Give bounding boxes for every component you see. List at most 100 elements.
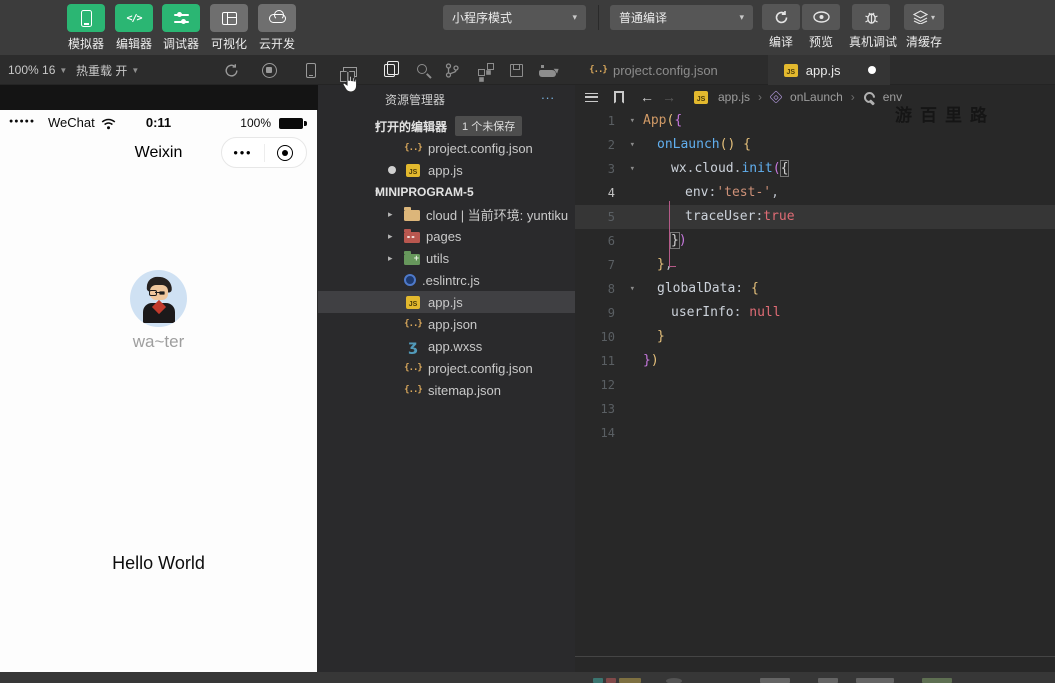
multi-window-icon[interactable] (339, 59, 361, 82)
editor-tabs: project.config.json app.js (575, 55, 891, 85)
device-icon[interactable] (300, 59, 322, 81)
chevron-down-icon: ▾ (739, 12, 744, 22)
target-icon (277, 144, 294, 161)
preview-button[interactable]: 预览 (802, 4, 840, 50)
file-tree-item[interactable]: utils (318, 247, 575, 269)
clear-cache-button[interactable]: ▾ 清缓存 (902, 4, 946, 50)
compile-mode-dropdown[interactable]: 普通编译 ▾ (610, 5, 753, 30)
line-number: 14 (600, 426, 615, 440)
user-avatar[interactable] (130, 270, 187, 327)
project-section[interactable]: ▾ MINIPROGRAM-5 (318, 181, 575, 203)
file-tree-item[interactable]: app.js (318, 291, 575, 313)
eye-icon (802, 4, 840, 30)
docker-whale-icon[interactable] (536, 59, 558, 81)
refresh-icon (762, 4, 800, 30)
record-icon[interactable] (258, 59, 280, 81)
file-tree-item[interactable]: app.json (318, 313, 575, 335)
battery-icon (279, 118, 307, 129)
compile-button[interactable]: 编译 (762, 4, 800, 50)
outline-list-icon[interactable] (585, 92, 598, 102)
fold-chevron-icon[interactable]: ▾ (630, 109, 635, 133)
real-device-debug-button[interactable]: 真机调试 (849, 4, 897, 50)
statusbar-fragment (856, 678, 894, 683)
unsaved-dot (388, 166, 404, 174)
hello-world-text: Hello World (112, 553, 205, 573)
file-tree-item[interactable]: cloud | 当前环境: yuntiku (318, 203, 575, 225)
fold-chevron-icon[interactable]: ▾ (630, 277, 635, 301)
code-line: }) (643, 353, 659, 368)
rotate-icon[interactable] (220, 59, 242, 81)
phone-status-bar: ●●●●● WeChat 0:11 100% (0, 114, 317, 136)
file-tree-item[interactable]: pages (318, 225, 575, 247)
grid-icon (210, 4, 248, 32)
breadcrumb-scope[interactable]: onLaunch (790, 90, 843, 104)
code-line: wx.cloud.init({ (671, 160, 790, 177)
file-tree-item[interactable]: .eslintrc.js (318, 269, 575, 291)
file-type-icon (406, 163, 420, 177)
expand-arrow-icon (388, 253, 404, 264)
open-editors-list: project.config.json app.js (318, 137, 575, 181)
zoom-dropdown[interactable]: 100% 16 ▼ (8, 55, 67, 85)
chevron-down-icon: ▾ (375, 120, 380, 131)
files-explorer-icon[interactable] (378, 59, 400, 81)
open-editor-item[interactable]: project.config.json (318, 137, 575, 159)
file-tree-item[interactable]: sitemap.json (318, 379, 575, 401)
file-tree-item[interactable]: app.wxss (318, 335, 575, 357)
project-file-list: cloud | 当前环境: yuntiku pages utils (318, 203, 575, 401)
bookmark-icon[interactable] (614, 90, 624, 104)
fold-chevron-icon[interactable]: ▾ (630, 157, 635, 181)
back-arrow[interactable]: ← (640, 89, 654, 105)
breadcrumb-file[interactable]: app.js (718, 90, 750, 104)
editor-tab[interactable]: app.js (767, 55, 891, 85)
file-tree: ▾ 打开的编辑器 1 个未保存 project.config.json (318, 115, 575, 401)
code-editor: ← → app.js › onLaunch › env 游百里路 1▾2▾3▾4… (575, 85, 1055, 672)
more-button[interactable]: ●●● (222, 148, 264, 157)
save-icon[interactable] (505, 59, 527, 81)
git-branch-icon[interactable] (441, 59, 463, 81)
debugger-mode-button[interactable]: 调试器 (157, 4, 205, 52)
js-file-icon (694, 90, 708, 104)
close-target-button[interactable] (265, 144, 307, 161)
user-nickname[interactable]: wa~ter (0, 332, 317, 352)
open-editors-section[interactable]: ▾ 打开的编辑器 1 个未保存 (318, 115, 575, 137)
file-type-icon (404, 140, 422, 156)
explorer-title: 资源管理器 (385, 93, 446, 107)
open-editor-item[interactable]: app.js (318, 159, 575, 181)
mode-dropdown[interactable]: 小程序模式 ▾ (443, 5, 586, 30)
cloud-dev-button[interactable]: 云开发 (253, 4, 301, 52)
forward-arrow[interactable]: → (662, 89, 676, 105)
main-toolbar: 模拟器 </> 编辑器 调试器 可视化 云开发 小程序模式 ▾ 普通编译 ▾ 编… (0, 0, 1055, 55)
editor-mode-button[interactable]: </> 编辑器 (110, 4, 158, 52)
line-number: 6 (607, 234, 615, 248)
search-icon[interactable] (410, 59, 432, 81)
fold-chevron-icon[interactable]: ▾ (630, 133, 635, 157)
editor-tab[interactable]: project.config.json (575, 55, 768, 85)
chevron-down-icon: ▼ (59, 65, 68, 75)
file-type-icon (404, 250, 420, 265)
line-number: 13 (600, 402, 615, 416)
status-bar-cutoff (0, 672, 1055, 683)
layers-icon: ▾ (904, 4, 944, 30)
explorer-more-menu[interactable]: ... (541, 87, 555, 102)
file-type-icon (783, 63, 798, 77)
visualization-mode-button[interactable]: 可视化 (205, 4, 253, 52)
chevron-down-icon: ▾ (375, 186, 380, 197)
bracket-scope-guide (669, 201, 676, 267)
simulator-mode-button[interactable]: 模拟器 (62, 4, 110, 52)
code-line: onLaunch() { (657, 137, 751, 152)
file-type-icon (404, 274, 416, 286)
line-number: 4 (607, 186, 615, 200)
resource-explorer-panel: 资源管理器 ... ▾ 打开的编辑器 1 个未保存 project.config… (318, 85, 575, 672)
extensions-icon[interactable] (473, 59, 495, 81)
file-tree-item[interactable]: project.config.json (318, 357, 575, 379)
explorer-header: 资源管理器 ... (318, 85, 575, 111)
cloud-icon (258, 4, 296, 32)
line-number: 12 (600, 378, 615, 392)
code-line: }, (657, 257, 673, 272)
battery-percent: 100% (240, 116, 271, 130)
hot-reload-dropdown[interactable]: 热重载 开 ▼ (76, 55, 139, 85)
code-line: App({ (643, 113, 683, 128)
